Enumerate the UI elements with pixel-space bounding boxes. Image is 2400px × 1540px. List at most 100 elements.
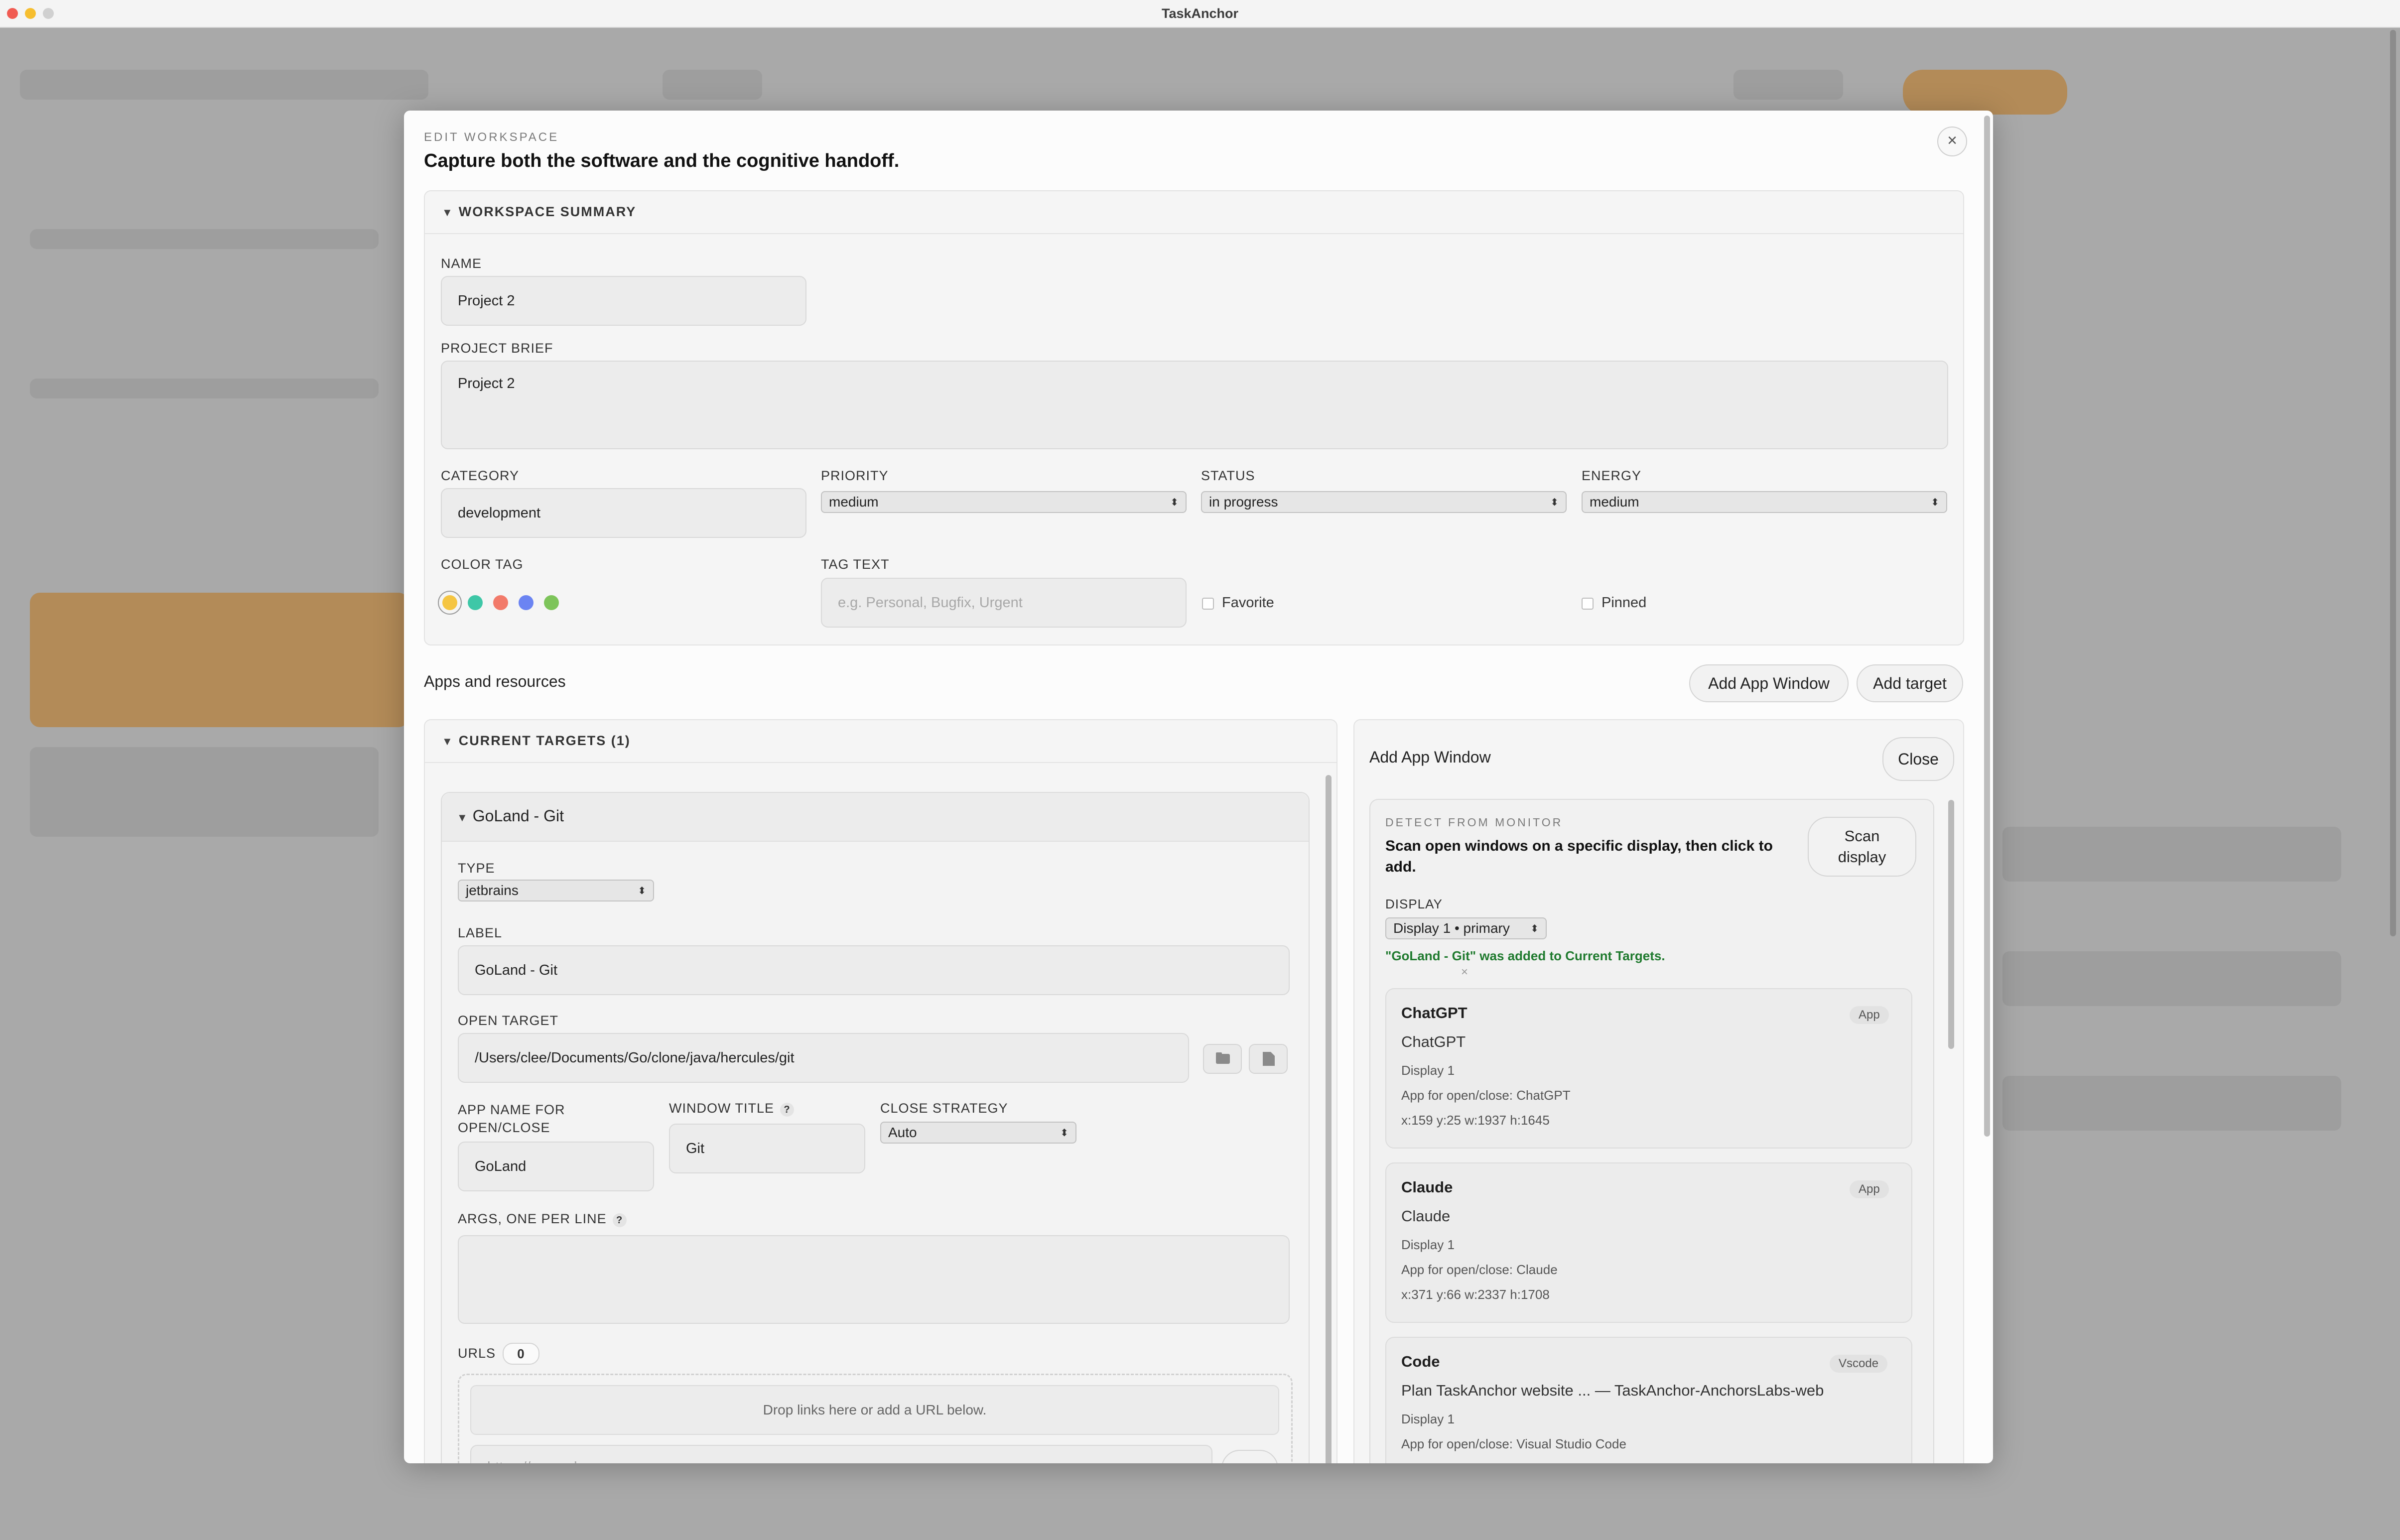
pinned-label: Pinned [1601, 595, 1647, 611]
project-brief-textarea[interactable]: Project 2 [441, 361, 1948, 449]
current-targets-title: CURRENT TARGETS (1) [458, 733, 631, 748]
url-drop-zone[interactable]: Drop links here or add a URL below. http… [458, 1374, 1293, 1463]
close-strategy-label: CLOSE STRATEGY [880, 1101, 1008, 1116]
label-input[interactable]: GoLand - Git [458, 945, 1290, 995]
favorite-checkbox[interactable] [1202, 598, 1214, 610]
success-message: "GoLand - Git" was added to Current Targ… [1385, 948, 1665, 963]
select-arrows-icon: ⬍ [1060, 1127, 1068, 1139]
category-input[interactable]: development [441, 488, 806, 538]
target-title: GoLand - Git [472, 807, 564, 825]
window-title-input[interactable]: Git [669, 1124, 865, 1173]
pinned-checkbox[interactable] [1582, 598, 1594, 610]
workspace-summary-title: WORKSPACE SUMMARY [458, 204, 637, 219]
disclosure-triangle-icon: ▼ [442, 206, 454, 219]
target-card-header[interactable]: ▼ GoLand - Git [442, 793, 1309, 842]
open-target-label: OPEN TARGET [458, 1013, 559, 1028]
status-select[interactable]: in progress ⬍ [1201, 491, 1567, 513]
bg-card [2002, 827, 2341, 882]
current-targets-header[interactable]: ▼ CURRENT TARGETS (1) [425, 720, 1336, 763]
add-target-button[interactable]: Add target [1857, 664, 1963, 702]
detect-eyebrow: DETECT FROM MONITOR [1385, 816, 1563, 829]
bg-row [30, 229, 379, 249]
scan-display-button[interactable]: Scan display [1808, 817, 1916, 877]
close-modal-button[interactable]: × [1937, 127, 1967, 156]
type-select[interactable]: jetbrains ⬍ [458, 880, 654, 901]
window-type-badge: Vscode [1830, 1355, 1888, 1373]
color-tag-label: COLOR TAG [441, 557, 524, 572]
window-type-badge: App [1850, 1006, 1889, 1024]
modal-eyebrow: EDIT WORKSPACE [424, 130, 559, 144]
bg-card [2002, 1076, 2341, 1131]
color-swatch-blue[interactable] [519, 595, 533, 610]
choose-file-button[interactable] [1249, 1044, 1288, 1074]
energy-select[interactable]: medium ⬍ [1582, 491, 1947, 513]
status-label: STATUS [1201, 468, 1255, 483]
target-card: ▼ GoLand - Git TYPE jetbrains ⬍ LABEL GoLa… [441, 792, 1310, 1463]
help-icon[interactable]: ? [780, 1103, 794, 1117]
priority-select[interactable]: medium ⬍ [821, 491, 1187, 513]
priority-label: PRIORITY [821, 468, 889, 483]
app-name-label: APP NAME FOR OPEN/CLOSE [458, 1102, 565, 1135]
name-input[interactable]: Project 2 [441, 276, 806, 326]
close-strategy-select[interactable]: Auto ⬍ [880, 1122, 1076, 1144]
project-brief-label: PROJECT BRIEF [441, 341, 553, 356]
args-textarea[interactable] [458, 1235, 1290, 1324]
add-url-button[interactable]: Add [1221, 1450, 1278, 1463]
window-item-claude[interactable]: Claude App Claude Display 1 App for open… [1385, 1162, 1912, 1323]
bg-title-bar [20, 70, 428, 100]
bg-row [30, 379, 379, 398]
args-label: ARGS, ONE PER LINE? [458, 1211, 627, 1227]
help-icon[interactable]: ? [612, 1213, 627, 1227]
window-title-label: WINDOW TITLE? [669, 1101, 794, 1117]
color-swatch-green[interactable] [544, 595, 559, 610]
name-label: NAME [441, 256, 482, 271]
folder-icon [1216, 1052, 1230, 1064]
add-app-window-title: Add App Window [1369, 748, 1491, 766]
open-target-input[interactable]: /Users/clee/Documents/Go/clone/java/herc… [458, 1033, 1189, 1083]
color-swatch-yellow[interactable] [442, 595, 457, 610]
select-arrows-icon: ⬍ [1170, 497, 1179, 508]
apps-resources-heading: Apps and resources [424, 672, 566, 690]
app-name-input[interactable]: GoLand [458, 1142, 654, 1191]
bg-card [2002, 951, 2341, 1006]
url-input[interactable]: https://example.com [470, 1445, 1212, 1463]
bg-primary-button [1903, 70, 2067, 115]
disclosure-triangle-icon: ▼ [457, 811, 468, 824]
choose-folder-button[interactable] [1203, 1044, 1242, 1074]
window-item-code[interactable]: Code Vscode Plan TaskAnchor website ... … [1385, 1337, 1912, 1463]
color-swatch-teal[interactable] [468, 595, 483, 610]
display-select[interactable]: Display 1 • primary ⬍ [1385, 917, 1547, 939]
select-arrows-icon: ⬍ [1931, 497, 1939, 508]
display-label: DISPLAY [1385, 897, 1443, 911]
tag-text-input[interactable]: e.g. Personal, Bugfix, Urgent [821, 578, 1187, 628]
add-app-window-button[interactable]: Add App Window [1689, 664, 1849, 702]
urls-count-badge: 0 [503, 1343, 539, 1365]
add-app-window-panel: Add App Window Close DETECT FROM MONITOR… [1353, 719, 1964, 1463]
energy-label: ENERGY [1582, 468, 1642, 483]
targets-scrollbar[interactable] [1326, 775, 1332, 1463]
dismiss-message-icon[interactable]: × [1461, 965, 1468, 979]
background-scrollbar[interactable] [2390, 30, 2396, 936]
select-arrows-icon: ⬍ [1530, 923, 1539, 934]
detect-description: Scan open windows on a specific display,… [1385, 838, 1773, 875]
workspace-summary-header[interactable]: ▼ WORKSPACE SUMMARY [425, 191, 1963, 234]
modal-scrollbar[interactable] [1984, 116, 1990, 1137]
color-swatch-red[interactable] [493, 595, 508, 610]
window-item-chatgpt[interactable]: ChatGPT App ChatGPT Display 1 App for op… [1385, 988, 1912, 1149]
urls-label: URLS 0 [458, 1343, 539, 1365]
bg-button [1733, 70, 1843, 100]
modal-heading: Capture both the software and the cognit… [424, 150, 900, 171]
close-add-window-button[interactable]: Close [1882, 737, 1954, 781]
select-arrows-icon: ⬍ [638, 885, 646, 897]
bg-tab [663, 70, 762, 100]
tag-text-label: TAG TEXT [821, 557, 890, 572]
window-titlebar: TaskAnchor [0, 0, 2400, 28]
close-icon: × [1947, 131, 1957, 150]
label-label: LABEL [458, 925, 503, 940]
drop-hint: Drop links here or add a URL below. [470, 1385, 1279, 1435]
add-window-scrollbar[interactable] [1948, 800, 1954, 1049]
workspace-summary-panel: ▼ WORKSPACE SUMMARY NAME Project 2 PROJEC… [424, 190, 1964, 645]
category-label: CATEGORY [441, 468, 520, 483]
detect-from-monitor-section: DETECT FROM MONITOR Scan open windows on… [1369, 799, 1934, 1463]
window-type-badge: App [1850, 1180, 1889, 1198]
